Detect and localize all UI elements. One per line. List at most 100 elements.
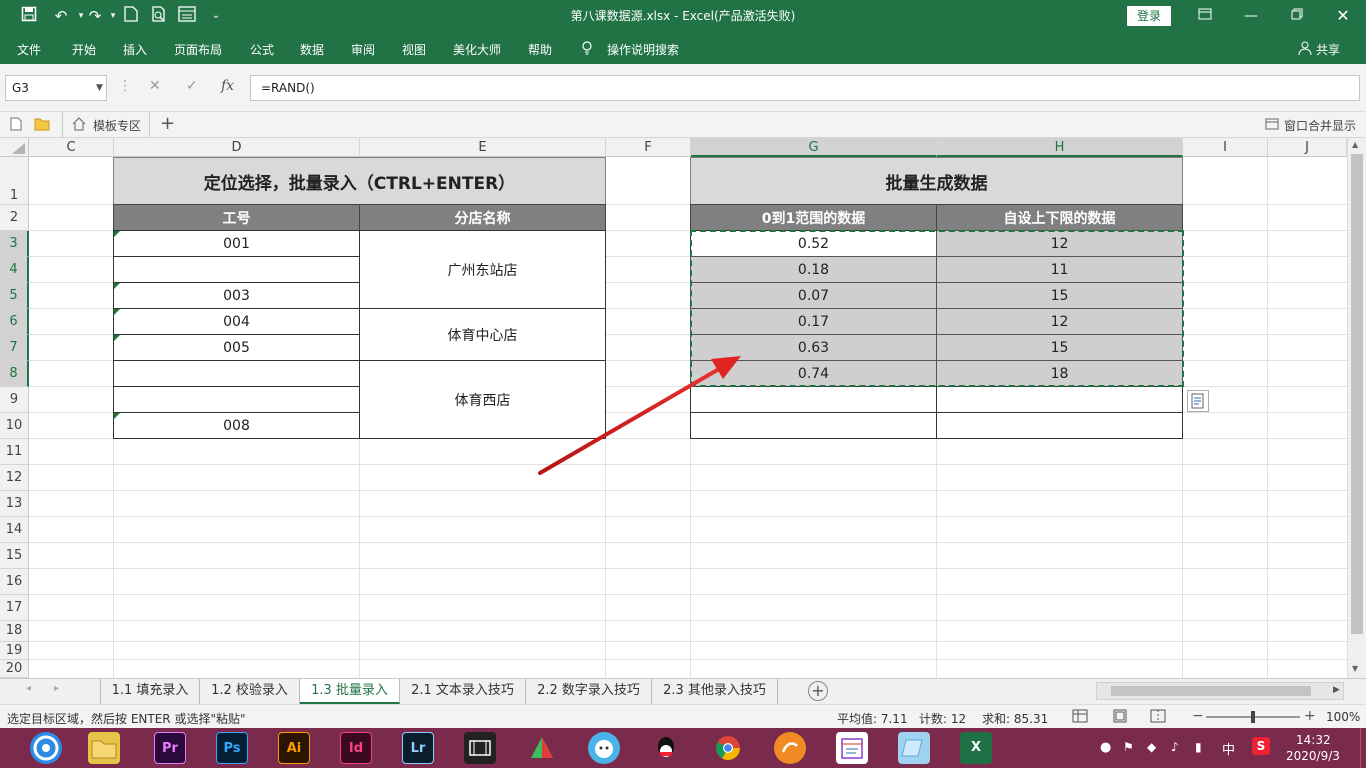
vertical-scrollbar[interactable]: ▲ ▼: [1347, 138, 1366, 678]
select-all-corner[interactable]: [0, 138, 29, 157]
show-desktop-button[interactable]: [1360, 728, 1366, 768]
sogou-ime-icon[interactable]: S: [1252, 737, 1270, 755]
row-header-5[interactable]: 5: [0, 283, 29, 309]
row-header-8[interactable]: 8: [0, 361, 29, 387]
column-header-f[interactable]: F: [606, 138, 691, 157]
login-button[interactable]: 登录: [1127, 6, 1171, 26]
tab-data[interactable]: 数据: [300, 41, 324, 58]
ribbon-display-icon[interactable]: [1190, 4, 1220, 28]
indesign-icon[interactable]: Id: [340, 732, 372, 764]
calendar-app-icon[interactable]: [836, 732, 868, 764]
network-icon[interactable]: ▮: [1195, 740, 1202, 754]
cancel-entry-icon[interactable]: ✕: [149, 78, 161, 94]
add-tab-icon[interactable]: +: [160, 113, 175, 134]
row-header-13[interactable]: 13: [0, 491, 29, 517]
chevron-down-icon[interactable]: ▼: [96, 76, 103, 100]
row-header-11[interactable]: 11: [0, 439, 29, 465]
scroll-down-icon[interactable]: ▼: [1352, 664, 1358, 673]
minimize-icon[interactable]: —: [1236, 4, 1266, 28]
row-header-17[interactable]: 17: [0, 595, 29, 621]
horizontal-scrollbar[interactable]: ▶: [1096, 682, 1344, 700]
sheet-tab[interactable]: 1.2 校验录入: [200, 679, 300, 704]
sheet-tab[interactable]: 2.1 文本录入技巧: [400, 679, 526, 704]
row-header-4[interactable]: 4: [0, 257, 29, 283]
user-icon[interactable]: [1298, 41, 1312, 58]
flag-icon[interactable]: ⚑: [1123, 740, 1134, 754]
tab-beautify[interactable]: 美化大师: [453, 41, 501, 58]
row-header-6[interactable]: 6: [0, 309, 29, 335]
row-header-10[interactable]: 10: [0, 413, 29, 439]
tab-help[interactable]: 帮助: [528, 41, 552, 58]
column-header-d[interactable]: D: [114, 138, 360, 157]
column-header-g[interactable]: G: [691, 138, 937, 157]
row-header-2[interactable]: 2: [0, 205, 29, 231]
row-header-14[interactable]: 14: [0, 517, 29, 543]
sound-icon[interactable]: ♪: [1171, 740, 1179, 754]
zoom-slider-thumb[interactable]: [1251, 711, 1255, 723]
tab-formulas[interactable]: 公式: [250, 41, 274, 58]
row-header-7[interactable]: 7: [0, 335, 29, 361]
notes-app-icon[interactable]: [898, 732, 930, 764]
worksheet-grid[interactable]: 定位选择，批量录入（CTRL+ENTER） 工号 分店名称 001 003 00…: [29, 157, 1347, 678]
qq-icon[interactable]: [650, 732, 682, 764]
qq-tray-icon[interactable]: ●: [1100, 740, 1111, 755]
column-header-h[interactable]: H: [937, 138, 1183, 157]
sheet-tab[interactable]: 1.1 填充录入: [100, 679, 200, 704]
window-merge-icon[interactable]: [1265, 118, 1279, 133]
photoshop-icon[interactable]: Ps: [216, 732, 248, 764]
clock-time[interactable]: 14:32: [1296, 733, 1331, 747]
clock-date[interactable]: 2020/9/3: [1286, 749, 1340, 763]
orange-app-icon[interactable]: [774, 732, 806, 764]
premiere-icon[interactable]: Pr: [154, 732, 186, 764]
ime-indicator[interactable]: 中: [1222, 739, 1235, 758]
add-sheet-icon[interactable]: +: [808, 681, 828, 701]
row-header-3[interactable]: 3: [0, 231, 29, 257]
file-icon[interactable]: [10, 117, 22, 134]
chrome-icon[interactable]: [712, 732, 744, 764]
page-break-view-icon[interactable]: [1150, 709, 1166, 726]
normal-view-icon[interactable]: [1072, 709, 1088, 726]
row-header-9[interactable]: 9: [0, 387, 29, 413]
row-header-18[interactable]: 18: [0, 621, 29, 642]
column-header-e[interactable]: E: [360, 138, 606, 157]
file-explorer-icon[interactable]: [88, 732, 120, 764]
page-layout-view-icon[interactable]: [1112, 709, 1128, 726]
column-header-i[interactable]: I: [1183, 138, 1268, 157]
scroll-up-icon[interactable]: ▲: [1352, 140, 1358, 149]
share-button[interactable]: 共享: [1316, 41, 1340, 58]
folder-icon[interactable]: [34, 117, 50, 134]
restore-icon[interactable]: [1282, 4, 1312, 28]
tab-insert[interactable]: 插入: [123, 41, 147, 58]
row-header-15[interactable]: 15: [0, 543, 29, 569]
confirm-entry-icon[interactable]: ✓: [186, 78, 198, 94]
insert-function-icon[interactable]: fx: [221, 78, 234, 94]
scroll-right-icon[interactable]: ▶: [1333, 685, 1340, 695]
colorful-app-icon[interactable]: [526, 732, 558, 764]
sheet-prev-icon[interactable]: ◂: [26, 683, 31, 694]
close-icon[interactable]: ✕: [1328, 4, 1358, 28]
assistant-app-icon[interactable]: [588, 732, 620, 764]
video-player-icon[interactable]: [464, 732, 496, 764]
scrollbar-thumb[interactable]: [1351, 154, 1363, 634]
sheet-tab-active[interactable]: 1.3 批量录入: [300, 679, 400, 704]
row-header-20[interactable]: 20: [0, 660, 29, 678]
formula-input[interactable]: =RAND(): [250, 75, 1360, 101]
row-header-19[interactable]: 19: [0, 642, 29, 660]
h-scroll-thumb[interactable]: [1111, 686, 1311, 696]
lightroom-icon[interactable]: Lr: [402, 732, 434, 764]
row-header-1[interactable]: 1: [0, 157, 29, 205]
zoom-in-icon[interactable]: +: [1304, 708, 1316, 724]
row-header-12[interactable]: 12: [0, 465, 29, 491]
tab-page-layout[interactable]: 页面布局: [174, 41, 222, 58]
zoom-level[interactable]: 100%: [1326, 710, 1360, 724]
illustrator-icon[interactable]: Ai: [278, 732, 310, 764]
sheet-tab[interactable]: 2.3 其他录入技巧: [652, 679, 778, 704]
window-merge-label[interactable]: 窗口合并显示: [1284, 117, 1356, 134]
tell-me-search[interactable]: 操作说明搜索: [607, 41, 679, 58]
tab-file[interactable]: 文件: [17, 41, 41, 58]
browser-360-icon[interactable]: [30, 732, 62, 764]
sheet-next-icon[interactable]: ▸: [54, 683, 59, 694]
column-header-j[interactable]: J: [1268, 138, 1347, 157]
sheet-tab[interactable]: 2.2 数字录入技巧: [526, 679, 652, 704]
security-icon[interactable]: ◆: [1147, 740, 1156, 754]
